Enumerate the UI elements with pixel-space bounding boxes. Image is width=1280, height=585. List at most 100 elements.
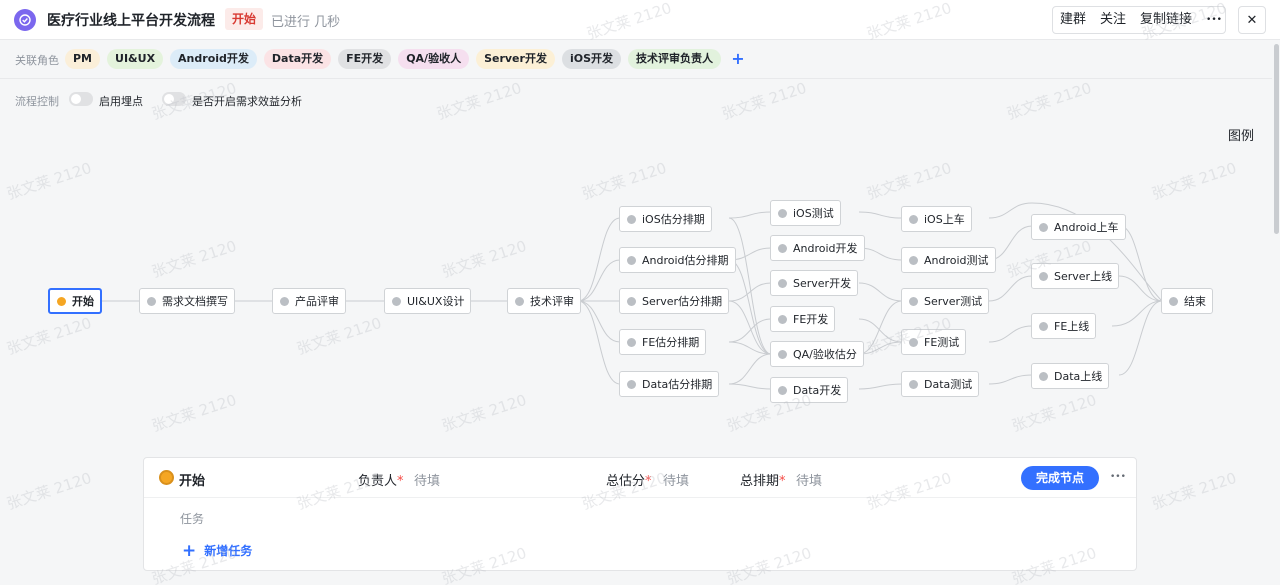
- schedule-label-text: 总排期: [740, 474, 780, 489]
- role-chip-data[interactable]: Data开发: [263, 49, 332, 69]
- status-dot-icon: [778, 208, 787, 218]
- node-label: UI&UX设计: [407, 295, 465, 308]
- node-fe-live[interactable]: FE上线: [1031, 313, 1097, 339]
- flow-control-bar: 流程控制 启用埋点 是否开启需求效益分析: [0, 80, 1272, 120]
- node-detail-panel: 开始 负责人* 待填 总估分* 待填 总排期* 待填 完成节点 ••• 任务 +…: [143, 457, 1137, 571]
- page-title: 医疗行业线上平台开发流程: [47, 13, 215, 29]
- status-dot-icon: [57, 296, 66, 306]
- role-chip-android[interactable]: Android开发: [170, 49, 257, 69]
- copy-link-button[interactable]: 复制链接: [1133, 7, 1199, 33]
- node-label: Android估分排期: [642, 254, 729, 267]
- schedule-value[interactable]: 待填: [796, 470, 822, 489]
- status-dot-icon: [627, 214, 636, 224]
- node-label: Data估分排期: [642, 378, 713, 391]
- close-button[interactable]: ✕: [1238, 6, 1266, 34]
- node-android-test[interactable]: Android测试: [901, 247, 996, 273]
- create-group-button[interactable]: 建群: [1053, 7, 1093, 33]
- node-data-live[interactable]: Data上线: [1031, 363, 1110, 389]
- role-chip-pm[interactable]: PM: [65, 49, 101, 69]
- node-android-dev[interactable]: Android开发: [770, 235, 865, 261]
- node-label: iOS测试: [793, 207, 834, 220]
- node-data-dev[interactable]: Data开发: [770, 377, 849, 403]
- watermark: 张文莱 2120: [4, 468, 94, 514]
- node-fe-dev[interactable]: FE开发: [770, 306, 836, 332]
- node-uiux-design[interactable]: UI&UX设计: [384, 288, 472, 314]
- node-label: 技术评审: [530, 295, 574, 308]
- role-chip-ios[interactable]: iOS开发: [561, 49, 621, 69]
- status-dot-icon: [1039, 222, 1048, 232]
- panel-title: 开始: [179, 474, 206, 489]
- node-label: QA/验收估分: [793, 348, 857, 361]
- node-end[interactable]: 结束: [1161, 288, 1213, 314]
- node-ios-estimate[interactable]: iOS估分排期: [619, 206, 712, 232]
- owner-value[interactable]: 待填: [414, 470, 440, 489]
- add-task-label: 新增任务: [204, 544, 253, 558]
- plus-icon: +: [182, 540, 197, 561]
- add-task-button[interactable]: + 新增任务: [182, 542, 252, 559]
- benefit-analysis-toggle[interactable]: [162, 92, 186, 106]
- role-chip-server[interactable]: Server开发: [476, 49, 555, 69]
- status-dot-icon: [627, 379, 636, 389]
- related-roles-bar: 关联角色 PM UI&UX Android开发 Data开发 FE开发 QA/验…: [0, 40, 1272, 79]
- role-chip-uiux[interactable]: UI&UX: [107, 49, 164, 69]
- status-dot-icon: [909, 255, 918, 265]
- node-fe-test[interactable]: FE测试: [901, 329, 967, 355]
- node-android-estimate[interactable]: Android估分排期: [619, 247, 736, 273]
- roles-label: 关联角色: [15, 54, 59, 67]
- estimate-value[interactable]: 待填: [663, 470, 689, 489]
- vertical-scrollbar[interactable]: [1273, 40, 1280, 585]
- status-dot-icon: [909, 337, 918, 347]
- owner-label: 负责人*: [358, 470, 404, 489]
- node-label: Android上车: [1054, 221, 1119, 234]
- flow-diagram: 开始 需求文档撰写 产品评审 UI&UX设计 技术评审 iOS估分排期 Andr…: [0, 120, 1272, 450]
- status-dot-icon: [1039, 271, 1048, 281]
- node-label: Data上线: [1054, 370, 1103, 383]
- node-ios-test[interactable]: iOS测试: [770, 200, 841, 226]
- node-server-estimate[interactable]: Server估分排期: [619, 288, 730, 314]
- estimate-label: 总估分*: [606, 470, 652, 489]
- add-role-button[interactable]: +: [728, 49, 748, 69]
- status-dot-icon: [778, 243, 787, 253]
- node-label: Android测试: [924, 254, 989, 267]
- more-options-button[interactable]: •••: [1199, 7, 1225, 33]
- status-badge: 开始: [225, 8, 264, 30]
- status-dot-icon: [280, 296, 289, 306]
- node-label: FE测试: [924, 336, 960, 349]
- node-label: Server测试: [924, 295, 983, 308]
- node-server-live[interactable]: Server上线: [1031, 263, 1120, 289]
- process-icon: [14, 9, 36, 31]
- status-dot-icon: [778, 349, 787, 359]
- status-dot-icon: [1169, 296, 1178, 306]
- node-requirement-doc[interactable]: 需求文档撰写: [139, 288, 235, 314]
- status-dot-icon: [778, 314, 787, 324]
- tracking-toggle[interactable]: [69, 92, 93, 106]
- node-label: 结束: [1184, 295, 1206, 308]
- node-qa-estimate[interactable]: QA/验收估分: [770, 341, 864, 367]
- status-dot-icon: [515, 296, 524, 306]
- node-label: iOS估分排期: [642, 213, 705, 226]
- status-dot-icon: [909, 296, 918, 306]
- node-android-ship[interactable]: Android上车: [1031, 214, 1126, 240]
- node-label: Server上线: [1054, 270, 1113, 283]
- node-ios-ship[interactable]: iOS上车: [901, 206, 972, 232]
- role-chip-fe[interactable]: FE开发: [338, 49, 392, 69]
- node-product-review[interactable]: 产品评审: [272, 288, 346, 314]
- role-chip-qa[interactable]: QA/验收人: [398, 49, 470, 69]
- node-server-dev[interactable]: Server开发: [770, 270, 859, 296]
- follow-button[interactable]: 关注: [1093, 7, 1133, 33]
- node-tech-review[interactable]: 技术评审: [507, 288, 581, 314]
- node-start[interactable]: 开始: [48, 288, 102, 314]
- node-label: FE上线: [1054, 320, 1090, 333]
- role-chip-list: PM UI&UX Android开发 Data开发 FE开发 QA/验收人 Se…: [65, 49, 748, 69]
- status-dot-icon: [909, 379, 918, 389]
- node-fe-estimate[interactable]: FE估分排期: [619, 329, 707, 355]
- node-data-estimate[interactable]: Data估分排期: [619, 371, 720, 397]
- node-data-test[interactable]: Data测试: [901, 371, 980, 397]
- node-server-test[interactable]: Server测试: [901, 288, 990, 314]
- role-chip-tech-review[interactable]: 技术评审负责人: [628, 49, 721, 69]
- node-label: Server开发: [793, 277, 852, 290]
- panel-more-button[interactable]: •••: [1110, 472, 1126, 482]
- required-mark: *: [645, 474, 652, 489]
- complete-node-button[interactable]: 完成节点: [1021, 466, 1100, 490]
- scrollbar-thumb[interactable]: [1274, 44, 1279, 234]
